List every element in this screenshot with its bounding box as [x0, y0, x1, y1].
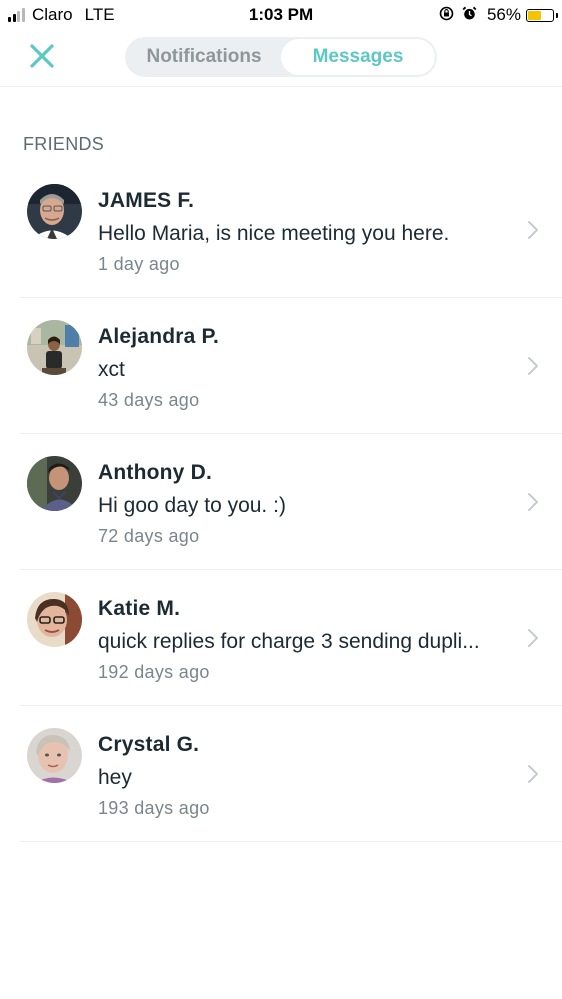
orientation-lock-icon — [439, 6, 454, 25]
section-title: FRIENDS — [23, 134, 105, 154]
message-time: 1 day ago — [98, 254, 180, 274]
battery-icon — [526, 8, 558, 22]
message-row[interactable]: Crystal G. hey 193 days ago — [20, 706, 562, 842]
message-row[interactable]: Katie M. quick replies for charge 3 send… — [20, 570, 562, 706]
status-bar: Claro LTE 1:03 PM 56% — [0, 0, 562, 30]
chevron-right-icon — [528, 493, 538, 511]
contact-name: Alejandra P. — [98, 325, 220, 348]
message-row[interactable]: Anthony D. Hi goo day to you. :) 72 days… — [20, 434, 562, 570]
contact-name: Katie M. — [98, 597, 181, 620]
avatar — [27, 728, 82, 783]
avatar — [27, 592, 82, 647]
message-preview: xct — [98, 358, 125, 381]
avatar — [27, 320, 82, 375]
chevron-right-icon — [528, 221, 538, 239]
message-preview: quick replies for charge 3 sending dupli… — [98, 630, 480, 653]
message-time: 43 days ago — [98, 390, 200, 410]
message-row[interactable]: JAMES F. Hello Maria, is nice meeting yo… — [20, 162, 562, 298]
tab-messages[interactable]: Messages — [281, 39, 435, 75]
chevron-right-icon — [528, 357, 538, 375]
header: Notifications Messages — [0, 30, 562, 87]
battery-percent: 56% — [486, 5, 521, 24]
avatar — [27, 456, 82, 511]
message-preview: Hello Maria, is nice meeting you here. — [98, 222, 450, 245]
message-row[interactable]: Alejandra P. xct 43 days ago — [20, 298, 562, 434]
alarm-icon — [462, 6, 477, 25]
message-time: 72 days ago — [98, 526, 200, 546]
close-icon — [30, 44, 54, 68]
avatar — [27, 184, 82, 239]
message-preview: hey — [98, 766, 132, 789]
message-list: JAMES F. Hello Maria, is nice meeting yo… — [20, 162, 562, 842]
segmented-control: Notifications Messages — [125, 37, 437, 77]
message-time: 192 days ago — [98, 662, 210, 682]
chevron-right-icon — [528, 629, 538, 647]
tab-notifications[interactable]: Notifications — [127, 39, 281, 75]
contact-name: Crystal G. — [98, 733, 200, 756]
status-right: 56% — [431, 5, 558, 25]
close-button[interactable] — [26, 40, 58, 72]
chevron-right-icon — [528, 765, 538, 783]
contact-name: Anthony D. — [98, 461, 212, 484]
contact-name: JAMES F. — [98, 189, 195, 212]
message-time: 193 days ago — [98, 798, 210, 818]
message-preview: Hi goo day to you. :) — [98, 494, 286, 517]
battery-fill — [528, 10, 542, 20]
